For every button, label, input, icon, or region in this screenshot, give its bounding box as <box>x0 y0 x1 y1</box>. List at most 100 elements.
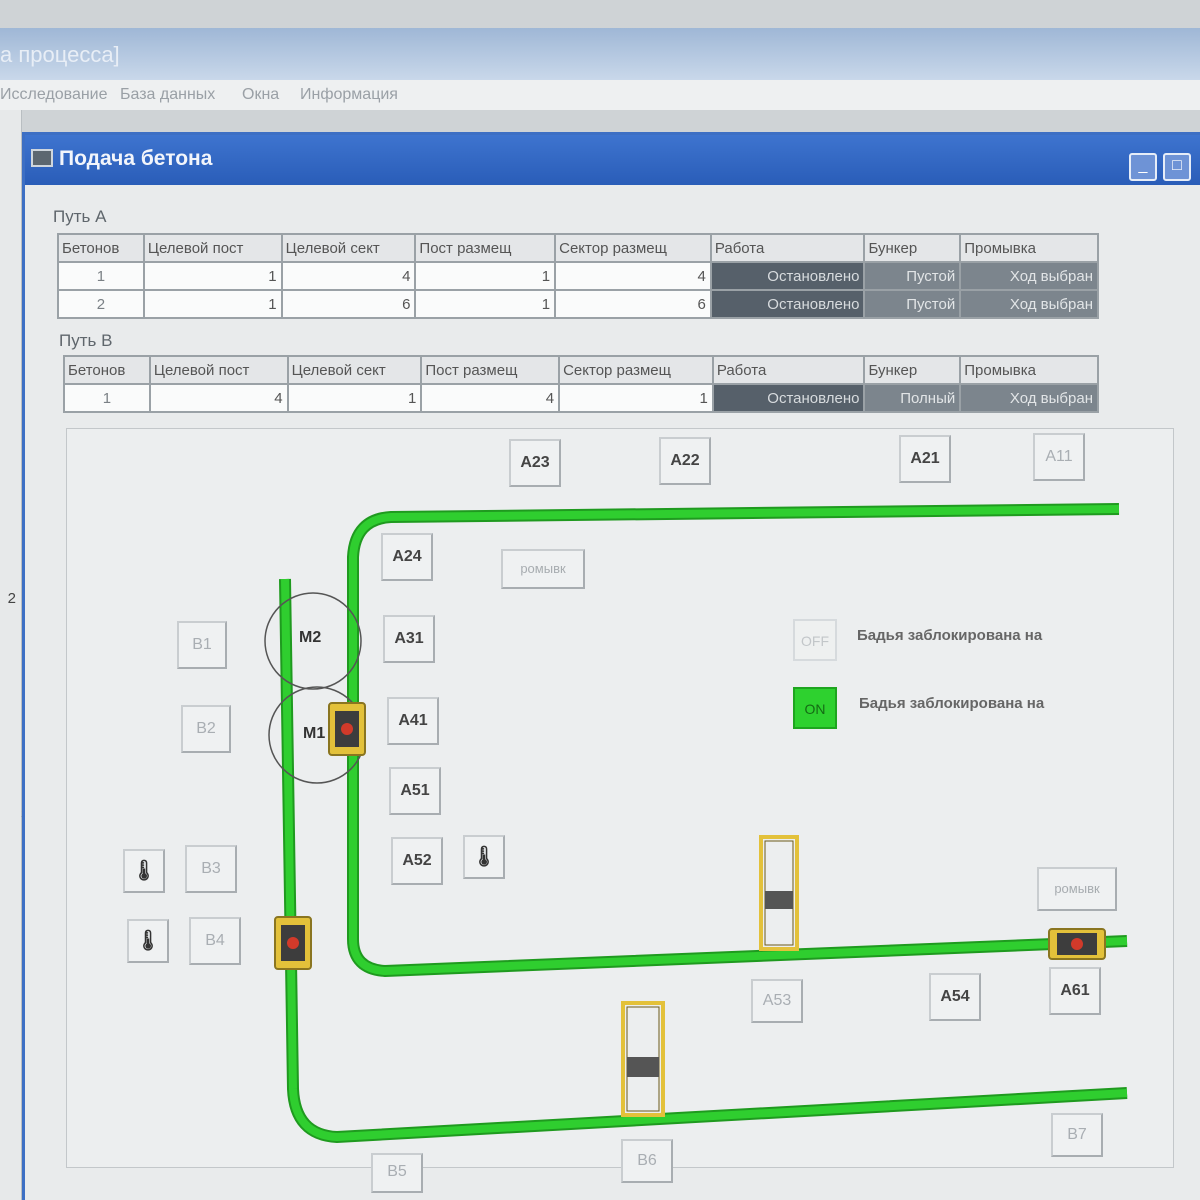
station-a61[interactable]: A61 <box>1049 967 1101 1015</box>
path-a-table: Бетонов Целевой пост Целевой сект Пост р… <box>57 233 1099 319</box>
column-header[interactable]: Работа <box>711 355 866 385</box>
background-window-title: а процесса] <box>0 42 120 67</box>
table-cell: 1 <box>558 383 714 413</box>
column-header[interactable]: Бетонов <box>63 355 151 385</box>
table-row[interactable]: 1 1 4 1 4 Остановлено Пустой Ход выбран <box>57 261 1099 291</box>
table-cell: 4 <box>148 383 289 413</box>
table-cell: 4 <box>554 261 712 291</box>
background-left-panel: 2 0 0 0 3.0 0 kg <box>0 110 52 1200</box>
menu-item-database[interactable]: База данных <box>120 86 215 104</box>
track-diagram <box>264 503 1128 1144</box>
table-cell-hopper: Пустой <box>863 289 962 319</box>
wash-button-top[interactable]: ромывк <box>501 549 585 589</box>
table-cell: 1 <box>142 289 283 319</box>
thermometer-icon[interactable]: 🌡 <box>123 849 165 893</box>
column-header[interactable]: Пост размещ <box>414 233 557 263</box>
column-header[interactable]: Работа <box>709 233 866 263</box>
table-row[interactable]: 2 1 6 1 6 Остановлено Пустой Ход выбран <box>57 289 1099 319</box>
column-header[interactable]: Бункер <box>863 233 962 263</box>
table-cell-status: Остановлено <box>709 261 866 291</box>
bucket-lock-status-1: Бадья заблокирована на <box>857 627 1043 644</box>
table-cell: 1 <box>414 289 557 319</box>
station-b6[interactable]: B6 <box>621 1139 673 1183</box>
background-window-titlebar: а процесса] <box>0 28 1200 80</box>
table-cell-status: Остановлено <box>711 383 866 413</box>
path-a-label: Путь А <box>53 207 107 226</box>
path-b-table: Бетонов Целевой пост Целевой сект Пост р… <box>63 355 1099 413</box>
table-cell: 1 <box>63 383 151 413</box>
table-cell: 6 <box>280 289 417 319</box>
station-b7[interactable]: B7 <box>1051 1113 1103 1157</box>
table-cell: 1 <box>142 261 283 291</box>
station-b2[interactable]: B2 <box>181 705 231 753</box>
bucket-lock-status-2: Бадья заблокирована на <box>859 695 1045 712</box>
track-path-a-outline <box>347 503 1128 978</box>
table-cell: 4 <box>280 261 417 291</box>
maximize-icon[interactable]: □ <box>1163 153 1191 181</box>
left-value: 2 <box>7 590 16 607</box>
station-a23[interactable]: A23 <box>509 439 561 487</box>
station-b1[interactable]: B1 <box>177 621 227 669</box>
station-a24[interactable]: A24 <box>381 533 433 581</box>
station-b5[interactable]: B5 <box>371 1153 423 1193</box>
minimize-icon[interactable]: _ <box>1129 153 1157 181</box>
column-header[interactable]: Пост размещ <box>420 355 561 385</box>
column-header[interactable]: Бункер <box>863 355 962 385</box>
background-menubar: Исследование База данных Окна Информация <box>0 80 1200 110</box>
station-a53[interactable]: A53 <box>751 979 803 1023</box>
station-a22[interactable]: A22 <box>659 437 711 485</box>
table-cell-status: Остановлено <box>709 289 866 319</box>
station-b3[interactable]: B3 <box>185 845 237 893</box>
column-header[interactable]: Сектор размещ <box>558 355 714 385</box>
station-a31[interactable]: A31 <box>383 615 435 663</box>
bucket-b6[interactable] <box>621 1001 665 1117</box>
column-header[interactable]: Промывка <box>959 233 1099 263</box>
table-cell: 1 <box>414 261 557 291</box>
station-b4[interactable]: B4 <box>189 917 241 965</box>
station-a21[interactable]: A21 <box>899 435 951 483</box>
table-row[interactable]: 1 4 1 4 1 Остановлено Полный Ход выбран <box>63 383 1099 413</box>
table-cell: 2 <box>57 289 145 319</box>
dialog-title: Подача бетона <box>59 147 213 170</box>
column-header[interactable]: Целевой пост <box>148 355 289 385</box>
column-header[interactable]: Бетонов <box>57 233 145 263</box>
cart-path-b-vertical[interactable] <box>274 916 312 970</box>
column-header[interactable]: Сектор размещ <box>554 233 712 263</box>
station-a54[interactable]: A54 <box>929 973 981 1021</box>
app-icon <box>31 149 53 167</box>
station-a41[interactable]: A41 <box>387 697 439 745</box>
station-a11[interactable]: A11 <box>1033 433 1085 481</box>
table-cell-wash: Ход выбран <box>959 289 1099 319</box>
table-cell: 6 <box>554 289 712 319</box>
column-header[interactable]: Целевой сект <box>286 355 423 385</box>
cart-path-a-vertical[interactable] <box>328 702 366 756</box>
path-b-label: Путь В <box>59 331 113 350</box>
wash-button-right[interactable]: ромывк <box>1037 867 1117 911</box>
menu-item-windows[interactable]: Окна <box>242 86 279 104</box>
mixer-m2-label: M2 <box>299 629 322 646</box>
column-header[interactable]: Целевой пост <box>142 233 283 263</box>
station-a52[interactable]: A52 <box>391 837 443 885</box>
table-cell: 4 <box>420 383 561 413</box>
cart-a61[interactable] <box>1048 928 1106 960</box>
table-cell: 1 <box>57 261 145 291</box>
table-cell-wash: Ход выбран <box>959 261 1099 291</box>
bucket-lock-toggle-off[interactable]: OFF <box>793 619 837 661</box>
mixer-m1-label: M1 <box>303 725 326 742</box>
table-cell: 1 <box>286 383 423 413</box>
column-header[interactable]: Промывка <box>959 355 1099 385</box>
bucket-lock-toggle-on[interactable]: ON <box>793 687 837 729</box>
track-path-a <box>349 505 1128 976</box>
table-cell-hopper: Полный <box>863 383 962 413</box>
thermometer-icon[interactable]: 🌡 <box>463 835 505 879</box>
dialog-titlebar[interactable]: Подача бетона _ □ <box>25 135 1200 185</box>
bucket-a53[interactable] <box>759 835 799 951</box>
table-cell-wash: Ход выбран <box>959 383 1099 413</box>
menu-item-research[interactable]: Исследование <box>0 86 108 104</box>
station-a51[interactable]: A51 <box>389 767 441 815</box>
process-panel: A23 A22 A21 A11 A24 ромывк A31 A41 A51 A… <box>66 428 1174 1193</box>
table-cell-hopper: Пустой <box>863 261 962 291</box>
thermometer-icon[interactable]: 🌡 <box>127 919 169 963</box>
menu-item-info[interactable]: Информация <box>300 86 398 104</box>
column-header[interactable]: Целевой сект <box>280 233 417 263</box>
